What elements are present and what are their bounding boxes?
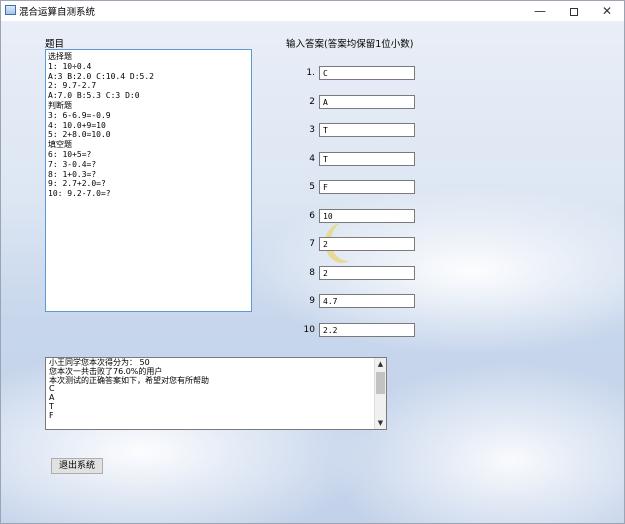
scroll-up-icon[interactable]: ▲ (375, 358, 386, 370)
result-line: T (49, 401, 54, 411)
app-icon (5, 5, 16, 15)
answer-number: 9 (309, 296, 315, 306)
question-line: 3: 6-6.9=-0.9 (48, 110, 111, 120)
answer-input[interactable]: C (319, 66, 415, 80)
scroll-thumb[interactable] (376, 372, 385, 394)
answer-input[interactable]: T (319, 151, 415, 166)
main-panel: 题目 选择题 1: 10÷0.4 A:3 B:2.0 C:10.4 D:5.2 2: … (1, 21, 624, 523)
question-line: 5: 2+8.0=10.0 (48, 130, 111, 140)
answer-input[interactable]: 2 (319, 265, 415, 280)
answer-row: 4T (297, 151, 427, 168)
result-line: C (49, 384, 55, 394)
close-button[interactable]: ✕ (591, 1, 623, 21)
questions-textarea[interactable]: 选择题 1: 10÷0.4 A:3 B:2.0 C:10.4 D:5.2 2: 9.7… (45, 49, 252, 312)
answer-row: 10 2.2 (297, 322, 427, 339)
question-line: 8: 1+0.3=? (48, 169, 97, 179)
answer-input[interactable]: 10 (319, 208, 415, 223)
minimize-button[interactable]: — (524, 1, 556, 21)
scroll-down-icon[interactable]: ▼ (375, 417, 386, 429)
result-line: 本次测试的正确答案如下，希望对您有所帮助 (49, 375, 209, 385)
answer-row: 1. C (297, 66, 427, 82)
result-text: 小王同学您本次得分为： 50 您本次一共击败了76.0%的用户 本次测试的正确答案如… (49, 358, 209, 421)
answer-row: 9 4.7 (297, 294, 427, 310)
answer-input[interactable]: A (319, 94, 415, 109)
app-window: 混合运算自测系统 — ✕ 题目 选择题 1: 10÷0.4 A:3 B:2.0 C:… (0, 0, 625, 524)
question-line: 选择题 (48, 52, 72, 61)
result-scrollbar[interactable]: ▲ ▼ (374, 358, 386, 429)
question-line: 判断题 (48, 100, 72, 110)
answer-input[interactable]: 2.2 (319, 322, 415, 337)
answer-row: 5F (297, 180, 427, 196)
question-line: 10: 9.2-7.0=? (48, 189, 111, 199)
answer-input[interactable]: T (319, 123, 415, 137)
question-line: 9: 2.7+2.0=? (48, 179, 106, 189)
window-title: 混合运算自测系统 (19, 7, 96, 18)
answer-row: 72 (297, 237, 427, 253)
answer-number: 8 (309, 267, 315, 278)
question-line: 填空题 (48, 140, 72, 150)
answer-input[interactable]: 4.7 (319, 294, 415, 308)
maximize-icon (570, 7, 578, 16)
answer-number: 7 (309, 239, 315, 249)
answer-row: 2A (297, 94, 427, 111)
result-line: A (49, 393, 55, 403)
answer-input[interactable]: 2 (319, 237, 415, 251)
answer-number: 3 (309, 125, 315, 135)
question-line: 6: 10+5=? (48, 149, 92, 159)
questions-label: 题目 (45, 39, 65, 50)
answers-label: 输入答案(答案均保留1位小数) (286, 39, 414, 50)
question-line: 4: 10.0+9=10 (48, 120, 106, 130)
maximize-button[interactable] (558, 1, 590, 21)
answer-row: 6 10 (297, 208, 427, 225)
question-line: 7: 3-0.4=? (48, 159, 97, 169)
question-line: A:7.0 B:5.3 C:3 D:0 (48, 91, 140, 101)
answer-number: 2 (309, 96, 315, 107)
question-line: 2: 9.7-2.7 (48, 81, 97, 91)
question-line: 1: 10÷0.4 (48, 61, 92, 71)
title-bar: 混合运算自测系统 — ✕ (1, 1, 624, 21)
result-line: F (49, 410, 54, 420)
result-textarea[interactable]: 小王同学您本次得分为： 50 您本次一共击败了76.0%的用户 本次测试的正确答案如… (45, 357, 387, 430)
question-line: A:3 B:2.0 C:10.4 D:5.2 (48, 71, 154, 81)
answer-input[interactable]: F (319, 180, 415, 194)
answer-number: 5 (309, 182, 315, 192)
answer-number: 4 (309, 153, 315, 164)
answer-row: 3T (297, 123, 427, 139)
exit-button[interactable]: 退出系统 (51, 458, 103, 474)
answer-row: 82 (297, 265, 427, 282)
answer-number: 1. (306, 68, 315, 78)
answer-number: 10 (303, 324, 315, 335)
answer-number: 6 (309, 210, 315, 221)
